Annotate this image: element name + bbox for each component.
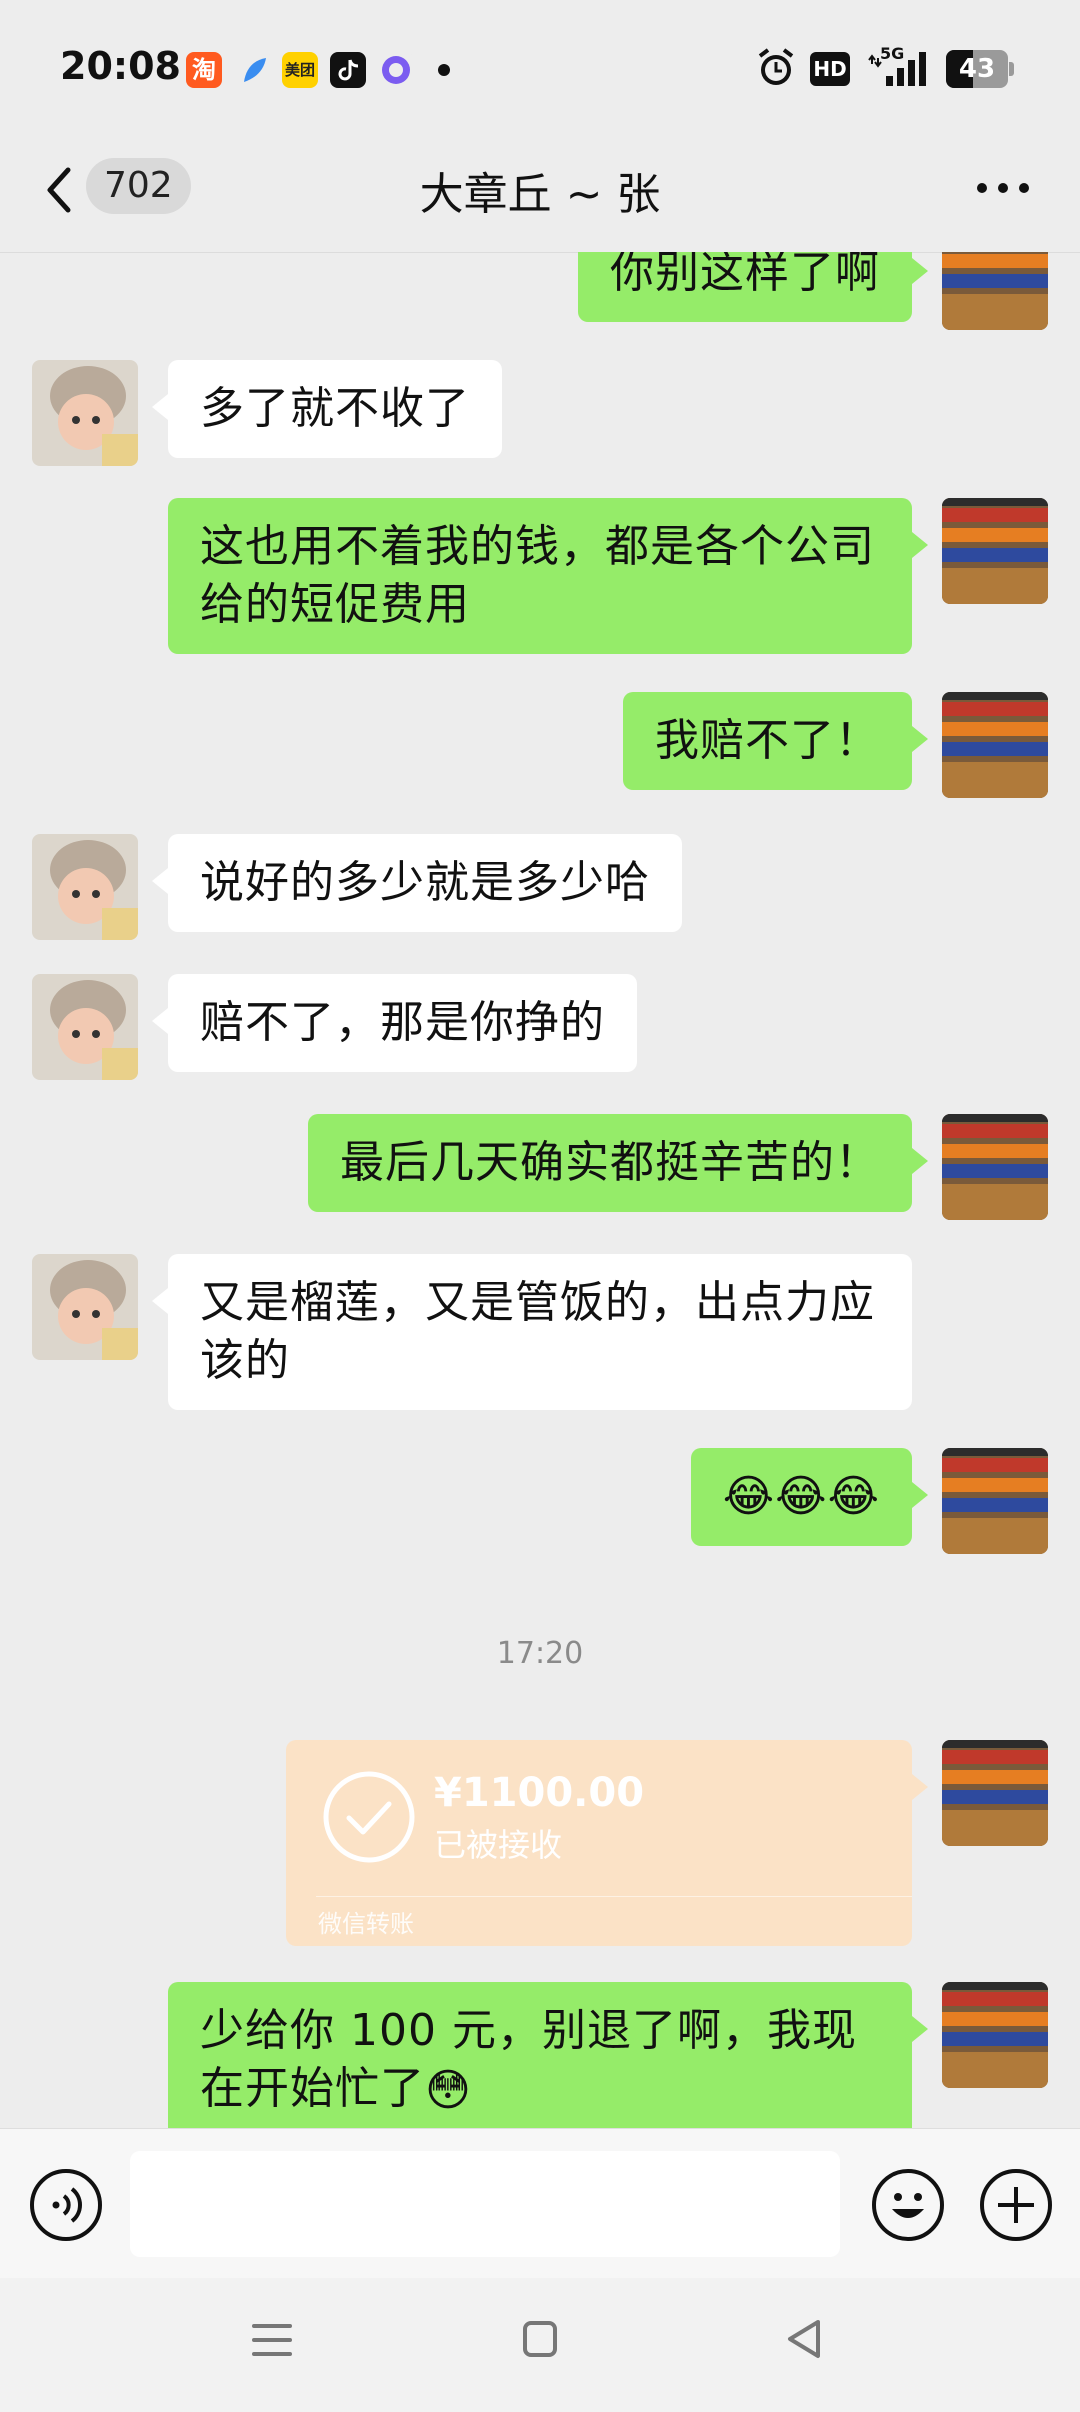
- message-text: 赔不了，那是你挣的: [200, 997, 605, 1048]
- message-text: 说好的多少就是多少哈: [200, 857, 650, 908]
- message-timestamp: 17:20: [496, 1636, 584, 1671]
- message-bubble-incoming[interactable]: 多了就不收了: [152, 360, 502, 458]
- message-bubble-incoming[interactable]: 赔不了，那是你挣的: [152, 974, 637, 1072]
- my-avatar[interactable]: [942, 498, 1048, 604]
- status-time: 20:08: [60, 44, 181, 88]
- chat-title: 大章丘 ~ 张: [419, 169, 661, 220]
- contact-avatar[interactable]: [32, 834, 138, 940]
- contact-avatar[interactable]: [32, 974, 138, 1080]
- my-avatar[interactable]: [942, 1114, 1048, 1220]
- transfer-card[interactable]: ¥1100.00 已被接收 微信转账: [286, 1740, 928, 1946]
- recent-apps-icon[interactable]: [252, 2322, 292, 2358]
- message-bubble-outgoing[interactable]: 最后几天确实都挺辛苦的！: [308, 1114, 928, 1212]
- more-notifications-dot: [438, 64, 450, 76]
- message-text: 我赔不了！: [655, 715, 880, 766]
- purple-app-icon: [378, 52, 414, 88]
- battery-level: 43: [958, 54, 996, 84]
- my-avatar[interactable]: [942, 692, 1048, 798]
- voice-icon[interactable]: [28, 2167, 104, 2243]
- tiktok-icon: [330, 52, 366, 88]
- meituan-icon: 美团: [282, 52, 318, 88]
- nav-back-icon[interactable]: [786, 2318, 822, 2360]
- chat-header: 702 大章丘 ~ 张: [0, 140, 1080, 253]
- flushed-emoji: 😳: [425, 2065, 472, 2116]
- message-bubble-outgoing[interactable]: 😂😂😂: [690, 1448, 929, 1546]
- input-bar: [0, 2128, 1080, 2279]
- my-avatar[interactable]: [942, 1982, 1048, 2088]
- my-avatar[interactable]: [942, 1448, 1048, 1554]
- status-bar: 20:08 淘 美团 HD 5G 43: [0, 0, 1080, 140]
- message-text: 多了就不收了: [200, 383, 470, 434]
- transfer-status: 已被接收: [434, 1826, 563, 1864]
- contact-avatar[interactable]: [32, 1254, 138, 1360]
- message-bubble-outgoing[interactable]: 我赔不了！: [623, 692, 928, 790]
- message-list[interactable]: 你别这样了啊 多了就不收了 这也用不着我的钱，都是各个公司给的短促费用 我赔不了…: [0, 252, 1080, 2128]
- hd-icon: HD: [810, 52, 850, 86]
- message-input[interactable]: [130, 2151, 840, 2257]
- my-avatar[interactable]: [942, 252, 1048, 330]
- contact-avatar[interactable]: [32, 360, 138, 466]
- plus-icon[interactable]: [978, 2167, 1054, 2243]
- message-bubble-incoming[interactable]: 又是榴莲，又是管饭的，出点力应该的: [152, 1254, 912, 1410]
- emoji-icon[interactable]: [870, 2167, 946, 2243]
- signal-icon: 5G: [866, 44, 932, 90]
- message-bubble-outgoing[interactable]: 少给你 100 元，别退了啊，我现在开始忙了😳: [168, 1982, 928, 2128]
- feather-app-icon: [236, 52, 272, 88]
- alarm-icon: [758, 48, 794, 85]
- battery-icon: 43: [946, 50, 1014, 88]
- message-bubble-outgoing[interactable]: 这也用不着我的钱，都是各个公司给的短促费用: [168, 498, 928, 654]
- check-circle-icon: [323, 1771, 415, 1863]
- message-text: 你别这样了啊: [610, 252, 880, 298]
- message-text: 最后几天确实都挺辛苦的！: [340, 1137, 880, 1188]
- transfer-amount: ¥1100.00: [434, 1770, 645, 1816]
- taobao-icon: 淘: [186, 52, 222, 88]
- system-navigation-bar: [0, 2278, 1080, 2412]
- message-bubble-outgoing[interactable]: 你别这样了啊: [578, 252, 928, 322]
- home-icon[interactable]: [522, 2320, 558, 2358]
- message-text: 少给你 100 元，别退了啊，我现在开始忙了: [200, 2005, 857, 2114]
- transfer-footer: 微信转账: [318, 1910, 414, 1938]
- my-avatar[interactable]: [942, 1740, 1048, 1846]
- emoji-message: 😂😂😂: [722, 1471, 880, 1522]
- message-text: 这也用不着我的钱，都是各个公司给的短促费用: [200, 521, 875, 630]
- transfer-divider: [316, 1896, 912, 1897]
- message-text: 又是榴莲，又是管饭的，出点力应该的: [200, 1277, 875, 1386]
- message-bubble-incoming[interactable]: 说好的多少就是多少哈: [152, 834, 682, 932]
- more-options-icon[interactable]: [976, 182, 1030, 194]
